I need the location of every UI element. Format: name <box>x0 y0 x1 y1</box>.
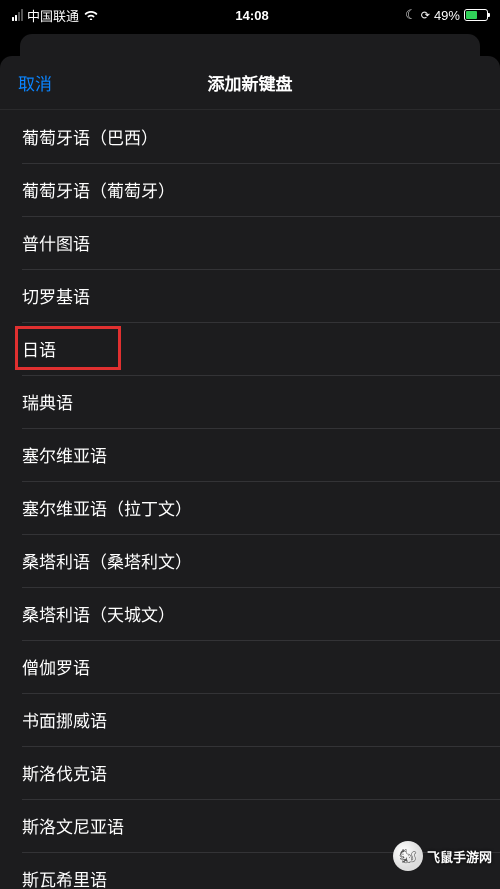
battery-icon <box>464 9 488 21</box>
language-label: 桑塔利语（桑塔利文） <box>22 548 192 573</box>
sheet-title: 添加新键盘 <box>208 70 293 95</box>
carrier-label: 中国联通 <box>27 6 79 25</box>
language-row[interactable]: 葡萄牙语（巴西） <box>0 110 500 163</box>
language-row[interactable]: 桑塔利语（天城文） <box>0 587 500 640</box>
language-label: 葡萄牙语（葡萄牙） <box>22 177 175 202</box>
language-row[interactable]: 桑塔利语（桑塔利文） <box>0 534 500 587</box>
clock: 14:08 <box>235 8 268 23</box>
language-row[interactable]: 瑞典语 <box>0 375 500 428</box>
language-row[interactable]: 僧伽罗语 <box>0 640 500 693</box>
language-label: 书面挪威语 <box>22 707 107 732</box>
watermark: 🐿 飞鼠手游网 <box>393 841 492 871</box>
language-label: 塞尔维亚语 <box>22 442 107 467</box>
language-label: 葡萄牙语（巴西） <box>22 124 158 149</box>
language-label: 斯瓦希里语 <box>22 866 107 889</box>
language-row[interactable]: 葡萄牙语（葡萄牙） <box>0 163 500 216</box>
language-label: 斯洛伐克语 <box>22 760 107 785</box>
language-label: 日语 <box>22 336 56 361</box>
language-row[interactable]: 切罗基语 <box>0 269 500 322</box>
watermark-icon: 🐿 <box>393 841 423 871</box>
language-label: 斯洛文尼亚语 <box>22 813 124 838</box>
language-row[interactable]: 普什图语 <box>0 216 500 269</box>
language-row[interactable]: 斯洛伐克语 <box>0 746 500 799</box>
language-label: 切罗基语 <box>22 283 90 308</box>
orientation-lock-icon: ⟳ <box>421 9 430 22</box>
language-label: 瑞典语 <box>22 389 73 414</box>
battery-percent: 49% <box>434 8 460 23</box>
add-keyboard-sheet: 取消 添加新键盘 葡萄牙语（巴西） 葡萄牙语（葡萄牙） 普什图语切罗基语日语瑞典语塞… <box>0 56 500 889</box>
status-left: 中国联通 <box>12 6 99 25</box>
watermark-text: 飞鼠手游网 <box>427 847 492 866</box>
sheet-header: 取消 添加新键盘 <box>0 56 500 110</box>
status-bar: 中国联通 14:08 ☾ ⟳ 49% <box>0 0 500 30</box>
status-right: ☾ ⟳ 49% <box>405 7 488 23</box>
language-row[interactable]: 书面挪威语 <box>0 693 500 746</box>
signal-icon <box>12 9 23 21</box>
cancel-button[interactable]: 取消 <box>18 70 52 95</box>
moon-icon: ☾ <box>405 7 417 23</box>
language-label: 僧伽罗语 <box>22 654 90 679</box>
language-row[interactable]: 塞尔维亚语 <box>0 428 500 481</box>
keyboard-language-list[interactable]: 葡萄牙语（巴西） 葡萄牙语（葡萄牙） 普什图语切罗基语日语瑞典语塞尔维亚语塞尔维亚语… <box>0 110 500 889</box>
language-label: 桑塔利语（天城文） <box>22 601 175 626</box>
language-row[interactable]: 塞尔维亚语（拉丁文） <box>0 481 500 534</box>
wifi-icon <box>83 8 99 23</box>
language-row[interactable]: 日语 <box>0 322 500 375</box>
language-label: 塞尔维亚语（拉丁文） <box>22 495 192 520</box>
language-label: 普什图语 <box>22 230 90 255</box>
